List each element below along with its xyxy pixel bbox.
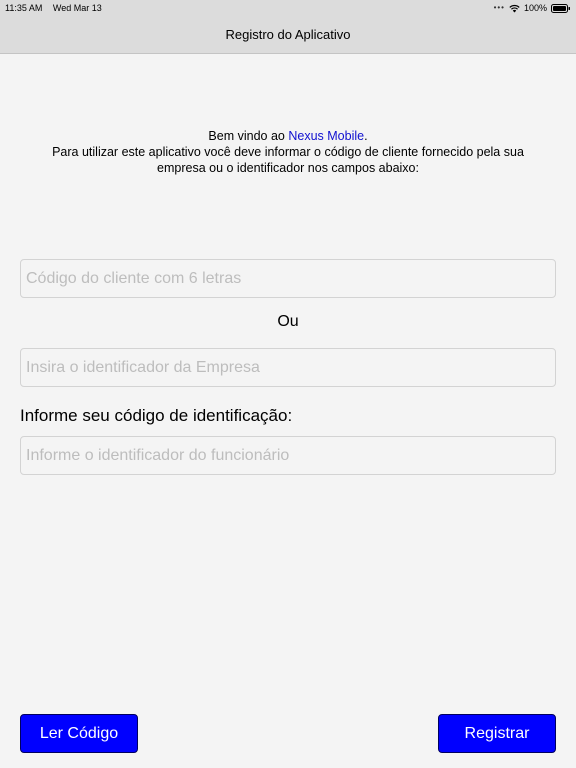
status-date: Wed Mar 13 bbox=[52, 3, 102, 13]
register-button[interactable]: Registrar bbox=[438, 714, 556, 753]
welcome-message: Bem vindo ao Nexus Mobile. Para utilizar… bbox=[0, 128, 576, 176]
employee-id-input[interactable] bbox=[20, 436, 556, 475]
welcome-suffix: . bbox=[364, 129, 368, 143]
company-id-input[interactable] bbox=[20, 348, 556, 387]
status-left: 11:35 AM Wed Mar 13 bbox=[5, 0, 110, 16]
status-bar: 11:35 AM Wed Mar 13 ••• 100% bbox=[0, 0, 576, 16]
app-screen: 11:35 AM Wed Mar 13 ••• 100% Registro do… bbox=[0, 0, 576, 768]
page-title: Registro do Aplicativo bbox=[225, 27, 351, 42]
or-label: Ou bbox=[277, 313, 299, 330]
nav-bar: Registro do Aplicativo bbox=[0, 16, 576, 54]
welcome-line-1: Bem vindo ao Nexus Mobile. bbox=[0, 128, 576, 144]
dots-icon: ••• bbox=[493, 3, 505, 12]
status-right: ••• 100% bbox=[494, 0, 571, 16]
welcome-line-2: Para utilizar este aplicativo você deve … bbox=[52, 145, 524, 159]
status-time: 11:35 AM bbox=[5, 3, 43, 13]
scan-code-button[interactable]: Ler Código bbox=[20, 714, 138, 753]
app-name-link[interactable]: Nexus Mobile bbox=[288, 129, 364, 143]
wifi-icon bbox=[509, 4, 520, 13]
employee-id-label: Informe seu código de identificação: bbox=[20, 406, 293, 425]
welcome-line-3: empresa ou o identificador nos campos ab… bbox=[157, 161, 419, 175]
welcome-prefix: Bem vindo ao bbox=[208, 129, 289, 143]
client-code-input[interactable] bbox=[20, 259, 556, 298]
battery-icon bbox=[551, 3, 571, 13]
battery-percent: 100% bbox=[523, 3, 547, 13]
